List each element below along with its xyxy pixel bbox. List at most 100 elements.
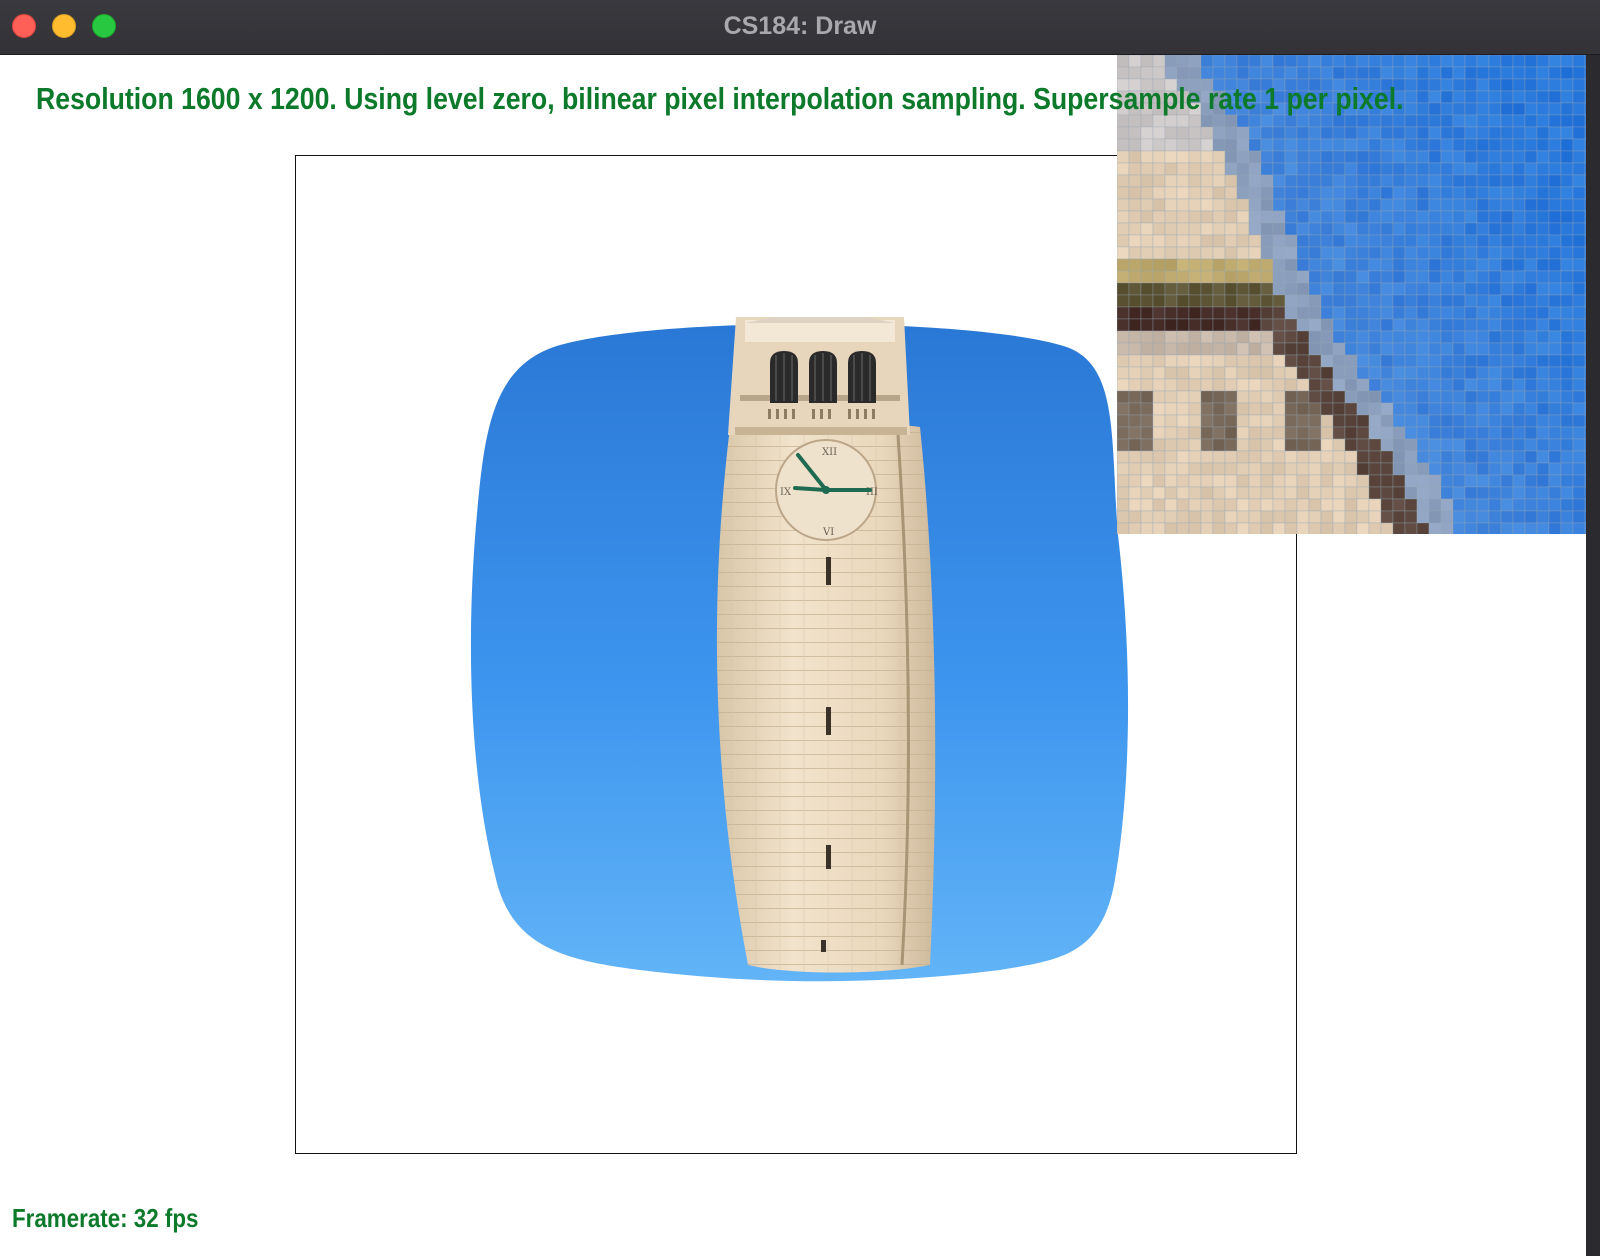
zoom-pixel	[1560, 114, 1574, 128]
zoom-pixel	[1260, 150, 1274, 164]
zoom-pixel	[1212, 138, 1226, 152]
zoom-pixel	[1560, 510, 1574, 524]
zoom-pixel	[1428, 330, 1442, 344]
zoom-pixel	[1368, 462, 1382, 476]
zoom-pixel	[1452, 294, 1466, 308]
zoom-pixel	[1488, 234, 1502, 248]
zoom-pixel	[1152, 378, 1166, 392]
zoom-pixel	[1572, 210, 1586, 224]
title-bar[interactable]: CS184: Draw	[0, 0, 1600, 55]
zoom-pixel	[1416, 210, 1430, 224]
zoom-pixel	[1260, 474, 1274, 488]
zoom-pixel	[1332, 282, 1346, 296]
zoom-pixel	[1548, 402, 1562, 416]
zoom-pixel	[1344, 162, 1358, 176]
zoom-pixel	[1512, 342, 1526, 356]
zoom-pixel	[1416, 55, 1430, 68]
zoom-pixel	[1380, 222, 1394, 236]
zoom-pixel	[1368, 186, 1382, 200]
zoom-pixel	[1212, 438, 1226, 452]
zoom-pixel	[1584, 234, 1586, 248]
zoom-pixel	[1356, 390, 1370, 404]
zoom-pixel	[1560, 270, 1574, 284]
zoom-pixel	[1260, 186, 1274, 200]
zoom-pixel	[1164, 378, 1178, 392]
zoom-pixel	[1560, 162, 1574, 176]
zoom-pixel	[1200, 282, 1214, 296]
zoom-pixel	[1368, 270, 1382, 284]
zoom-pixel	[1488, 246, 1502, 260]
zoom-pixel	[1464, 55, 1478, 68]
zoom-pixel	[1464, 522, 1478, 534]
zoom-pixel	[1212, 186, 1226, 200]
zoom-pixel	[1332, 402, 1346, 416]
zoom-pixel	[1296, 258, 1310, 272]
zoom-pixel	[1500, 378, 1514, 392]
zoom-pixel	[1140, 294, 1154, 308]
zoom-pixel	[1356, 342, 1370, 356]
zoom-pixel	[1476, 462, 1490, 476]
zoom-pixel	[1584, 450, 1586, 464]
zoom-pixel	[1344, 426, 1358, 440]
zoom-pixel	[1368, 174, 1382, 188]
zoom-pixel	[1200, 462, 1214, 476]
zoom-pixel	[1572, 390, 1586, 404]
zoom-pixel	[1260, 378, 1274, 392]
zoom-pixel	[1524, 450, 1538, 464]
zoom-pixel	[1200, 222, 1214, 236]
zoom-pixel	[1572, 510, 1586, 524]
zoom-pixel	[1152, 510, 1166, 524]
zoom-pixel	[1128, 150, 1142, 164]
zoom-pixel	[1260, 366, 1274, 380]
zoom-pixel	[1452, 174, 1466, 188]
zoom-pixel	[1524, 246, 1538, 260]
zoom-pixel	[1500, 486, 1514, 500]
zoom-pixel	[1140, 234, 1154, 248]
zoom-pixel	[1512, 114, 1526, 128]
zoom-pixel	[1176, 414, 1190, 428]
zoom-pixel	[1296, 162, 1310, 176]
zoom-pixel	[1560, 90, 1574, 104]
zoom-pixel	[1152, 222, 1166, 236]
zoom-pixel	[1572, 378, 1586, 392]
zoom-pixel	[1404, 462, 1418, 476]
zoom-pixel	[1584, 246, 1586, 260]
zoom-pixel	[1548, 390, 1562, 404]
zoom-pixel	[1332, 378, 1346, 392]
zoom-pixel	[1428, 102, 1442, 116]
zoom-pixel	[1260, 258, 1274, 272]
draw-canvas[interactable]: XII III VI IX Resolution 1600 x 1200. Us…	[0, 55, 1586, 1256]
zoom-pixel	[1272, 294, 1286, 308]
zoom-pixel	[1356, 126, 1370, 140]
zoom-pixel	[1476, 258, 1490, 272]
zoom-pixel	[1224, 198, 1238, 212]
zoom-pixel	[1152, 210, 1166, 224]
zoom-pixel	[1308, 198, 1322, 212]
zoom-pixel	[1572, 162, 1586, 176]
zoom-pixel	[1548, 138, 1562, 152]
zoom-pixel	[1236, 342, 1250, 356]
zoom-pixel	[1476, 390, 1490, 404]
zoom-pixel	[1380, 414, 1394, 428]
zoom-pixel	[1260, 126, 1274, 140]
zoom-pixel	[1380, 126, 1394, 140]
zoom-pixel	[1320, 66, 1334, 80]
zoom-pixel	[1440, 270, 1454, 284]
zoom-pixel	[1224, 234, 1238, 248]
zoom-pixel	[1236, 498, 1250, 512]
zoom-pixel	[1512, 330, 1526, 344]
zoom-pixel	[1272, 234, 1286, 248]
zoom-pixel	[1404, 450, 1418, 464]
zoom-pixel	[1248, 438, 1262, 452]
status-text: Resolution 1600 x 1200. Using level zero…	[36, 81, 1404, 116]
zoom-pixel	[1236, 294, 1250, 308]
zoom-pixel	[1416, 450, 1430, 464]
zoom-pixel	[1452, 306, 1466, 320]
zoom-pixel	[1320, 162, 1334, 176]
zoom-pixel	[1272, 498, 1286, 512]
zoom-pixel	[1500, 138, 1514, 152]
zoom-pixel	[1404, 246, 1418, 260]
zoom-pixel	[1200, 150, 1214, 164]
zoom-pixel	[1464, 294, 1478, 308]
zoom-pixel	[1380, 55, 1394, 68]
